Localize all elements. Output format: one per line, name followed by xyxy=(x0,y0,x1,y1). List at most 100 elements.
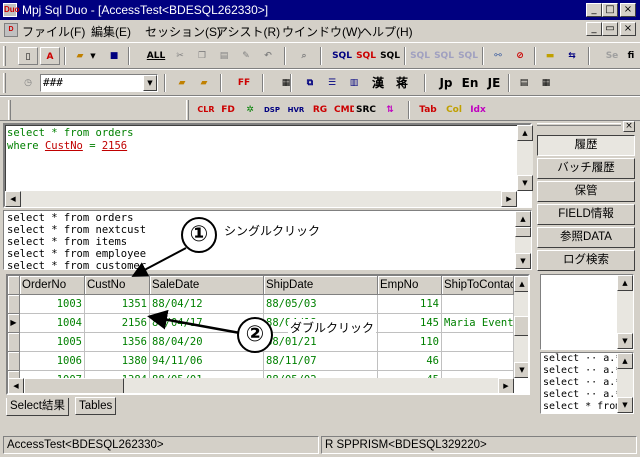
edit-table-icon[interactable]: ▦ xyxy=(536,74,556,92)
grid-cell[interactable]: 1006 xyxy=(20,352,85,371)
grid-vscrollbar[interactable]: ▲ ▼ xyxy=(514,276,528,378)
maximize-button[interactable]: □ xyxy=(602,3,618,17)
history-item[interactable]: select * from orders xyxy=(7,212,133,224)
grid-cell[interactable] xyxy=(442,295,514,314)
scroll-down-icon[interactable]: ▼ xyxy=(617,397,633,413)
connect-icon[interactable]: ⚯ xyxy=(488,47,508,65)
hover-mode-button[interactable]: HVR xyxy=(286,101,306,119)
lang-jp-button[interactable]: Jp xyxy=(436,74,456,92)
window-cascade-icon[interactable]: ⧉ xyxy=(300,74,320,92)
sql-step-button[interactable]: SQL xyxy=(410,47,430,65)
panel-preview-box[interactable]: ▲ ▼ xyxy=(540,274,634,350)
column-header-orderno[interactable]: OrderNo xyxy=(20,276,85,295)
display-mode-button[interactable]: DSP xyxy=(262,101,282,119)
saved-button[interactable]: 保管 xyxy=(537,181,635,202)
history-item[interactable]: select * from nextcust xyxy=(7,224,146,236)
undo-icon[interactable]: ↶ xyxy=(258,47,278,65)
table-icon[interactable]: ▤ xyxy=(514,74,534,92)
row-indicator[interactable] xyxy=(8,295,20,314)
menu-session[interactable]: セッション(S) xyxy=(145,23,221,40)
field-info-button[interactable]: FIELD情報 xyxy=(537,204,635,225)
scroll-down-icon[interactable]: ▼ xyxy=(515,253,531,269)
batch-history-button[interactable]: バッチ履歴 xyxy=(537,158,635,179)
close-button[interactable]: × xyxy=(620,3,636,17)
save-icon[interactable]: ■ xyxy=(104,47,124,65)
scroll-up-icon[interactable]: ▲ xyxy=(514,276,528,292)
command-button[interactable]: CMD xyxy=(334,101,354,119)
scroll-down-icon[interactable]: ▼ xyxy=(514,362,528,378)
scroll-down-icon[interactable]: ▼ xyxy=(517,175,533,191)
grid-cell[interactable]: 88/11/07 xyxy=(264,352,378,371)
toolbar-grip[interactable] xyxy=(3,46,6,66)
range-button[interactable]: RG xyxy=(310,101,330,119)
mdi-close-button[interactable]: × xyxy=(620,22,636,36)
index-list-button[interactable]: Idx xyxy=(468,101,488,119)
menu-file[interactable]: ファイル(F) xyxy=(22,23,85,40)
new-doc-icon[interactable]: ▯ xyxy=(18,47,38,65)
reference-data-button[interactable]: 参照DATA xyxy=(537,227,635,248)
scroll-left-icon[interactable]: ◀ xyxy=(5,191,21,207)
grid-cell[interactable]: 1004 xyxy=(20,314,85,333)
scroll-up-icon[interactable]: ▲ xyxy=(617,275,633,291)
grid-cell[interactable]: 145 xyxy=(378,314,442,333)
mdi-minimize-button[interactable]: _ xyxy=(586,22,602,36)
run-sql-stop-button[interactable]: SQL xyxy=(356,47,376,65)
grid-cell[interactable]: 88/05/03 xyxy=(264,295,378,314)
menu-assist[interactable]: アシスト(R) xyxy=(216,23,280,40)
column-list-button[interactable]: Col xyxy=(444,101,464,119)
grid-cell[interactable]: 1380 xyxy=(85,352,150,371)
kanji-convert-button[interactable]: 漢 xyxy=(368,74,388,92)
grid-cell[interactable]: 114 xyxy=(378,295,442,314)
session-button[interactable]: Se xyxy=(602,47,622,65)
toolbar-grip[interactable] xyxy=(186,100,189,120)
format-combo[interactable]: ### ▼ xyxy=(40,74,158,92)
rollback-icon[interactable]: ⇆ xyxy=(562,47,582,65)
copy-icon[interactable]: ❐ xyxy=(192,47,212,65)
scroll-right-icon[interactable]: ▶ xyxy=(498,378,514,393)
grid-cell[interactable]: 1356 xyxy=(85,333,150,352)
fi-button[interactable]: fi xyxy=(624,47,638,65)
field-format-button[interactable]: FF xyxy=(234,74,254,92)
sql-history-list[interactable]: select * from orders select * from nextc… xyxy=(3,210,532,270)
kanji-convert2-button[interactable]: 蒋 xyxy=(392,74,412,92)
sql-next-button[interactable]: SQL xyxy=(434,47,454,65)
history-vscrollbar[interactable]: ▲ ▼ xyxy=(515,211,531,269)
tab-select-result[interactable]: Select結果 xyxy=(6,398,69,416)
sort-icon[interactable]: ⇅ xyxy=(380,101,400,119)
panel-preview-scrollbar[interactable]: ▲ ▼ xyxy=(617,275,633,349)
field-def-button[interactable]: FD xyxy=(218,101,238,119)
cut-icon[interactable]: ✂ xyxy=(170,47,190,65)
menu-window[interactable]: ウインドウ(W) xyxy=(282,23,361,40)
tree-icon[interactable]: ✲ xyxy=(240,101,260,119)
import-icon[interactable]: ▰ xyxy=(172,74,192,92)
grid-cell[interactable] xyxy=(442,352,514,371)
history-item[interactable]: select * from items xyxy=(7,236,127,248)
scroll-thumb[interactable] xyxy=(514,316,528,336)
history-button[interactable]: 履歴 xyxy=(537,135,635,156)
sql-prev-button[interactable]: SQL xyxy=(458,47,478,65)
column-header-empno[interactable]: EmpNo xyxy=(378,276,442,295)
menu-help[interactable]: ヘルプ(H) xyxy=(360,23,413,40)
grid-cell[interactable]: 1351 xyxy=(85,295,150,314)
current-row-indicator-icon[interactable]: ▶ xyxy=(8,314,20,333)
log-search-button[interactable]: ログ検索 xyxy=(537,250,635,271)
scroll-thumb[interactable] xyxy=(515,227,531,237)
scroll-up-icon[interactable]: ▲ xyxy=(515,211,531,227)
column-header-custno[interactable]: CustNo xyxy=(85,276,150,295)
scroll-left-icon[interactable]: ◀ xyxy=(8,378,24,393)
window-tile-h-icon[interactable]: ☰ xyxy=(322,74,342,92)
row-indicator[interactable] xyxy=(8,352,20,371)
panel-history-list[interactable]: select ·· a.*·· select ·· a.*·· select ·… xyxy=(540,352,634,414)
open-dropdown-icon[interactable]: ▼ xyxy=(88,47,98,65)
clear-button[interactable]: CLR xyxy=(196,101,216,119)
clock-icon[interactable]: ◷ xyxy=(18,74,38,92)
panel-list-scrollbar[interactable]: ▲ ▼ xyxy=(617,353,633,413)
history-item[interactable]: select * from employee xyxy=(7,248,146,260)
grid-cell-selected[interactable]: 2156 xyxy=(85,314,150,333)
run-sql-all-button[interactable]: SQL xyxy=(380,47,400,65)
scroll-thumb[interactable] xyxy=(24,378,124,393)
mdi-doc-icon[interactable]: D xyxy=(4,23,18,37)
mdi-restore-button[interactable]: ▭ xyxy=(602,22,618,36)
toolbar-grip[interactable] xyxy=(8,100,11,120)
scroll-up-icon[interactable]: ▲ xyxy=(617,353,633,369)
